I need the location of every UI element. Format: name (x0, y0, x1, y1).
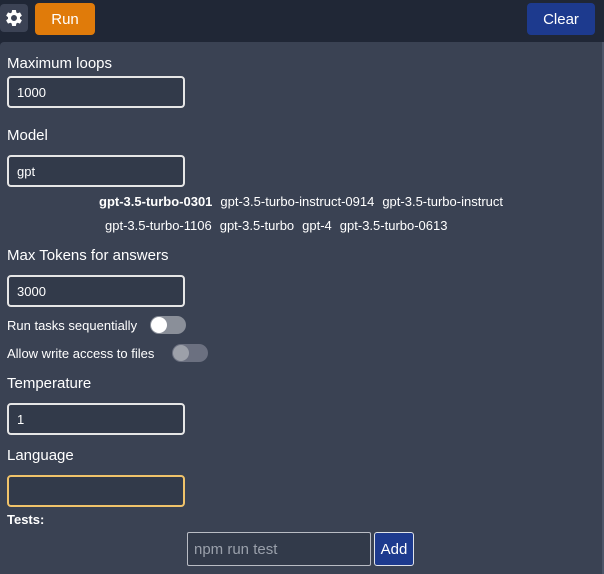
suggestion-item[interactable]: gpt-3.5-turbo-instruct (382, 194, 503, 209)
model-input[interactable] (7, 155, 185, 187)
suggestion-item[interactable]: gpt-3.5-turbo-instruct-0914 (220, 194, 374, 209)
language-label: Language (7, 447, 74, 464)
max-tokens-label: Max Tokens for answers (7, 247, 169, 264)
test-command-input[interactable] (187, 532, 371, 566)
clear-button[interactable]: Clear (527, 3, 595, 35)
tests-label: Tests: (7, 512, 45, 527)
max-loops-label: Maximum loops (7, 55, 113, 72)
run-sequential-toggle[interactable] (150, 316, 186, 334)
temperature-label: Temperature (7, 375, 92, 392)
gear-icon (6, 9, 22, 26)
max-loops-input[interactable] (7, 76, 185, 108)
write-access-label: Allow write access to files (7, 346, 155, 361)
suggestion-item[interactable]: gpt-3.5-turbo (220, 218, 294, 233)
suggestion-item[interactable]: gpt-3.5-turbo-0301 (99, 194, 212, 209)
toggle-knob (173, 345, 189, 361)
top-toolbar: Run Clear (0, 0, 604, 42)
run-sequential-label: Run tasks sequentially (7, 318, 138, 333)
suggestion-row-1: gpt-3.5-turbo-0301 gpt-3.5-turbo-instruct… (99, 194, 511, 209)
toggle-knob (151, 317, 167, 333)
max-tokens-input[interactable] (7, 275, 185, 307)
settings-button[interactable] (0, 4, 28, 32)
language-input[interactable] (7, 475, 185, 507)
write-access-toggle[interactable] (172, 344, 208, 362)
add-test-button[interactable]: Add (374, 532, 414, 566)
model-label: Model (7, 127, 48, 144)
suggestion-item[interactable]: gpt-3.5-turbo-0613 (340, 218, 448, 233)
temperature-input[interactable] (7, 403, 185, 435)
suggestion-item[interactable]: gpt-4 (302, 218, 332, 233)
suggestion-item[interactable]: gpt-3.5-turbo-1106 (105, 218, 212, 233)
run-button[interactable]: Run (35, 3, 95, 35)
suggestion-row-2: gpt-3.5-turbo-1106 gpt-3.5-turbo gpt-4 gpt-… (105, 218, 455, 233)
